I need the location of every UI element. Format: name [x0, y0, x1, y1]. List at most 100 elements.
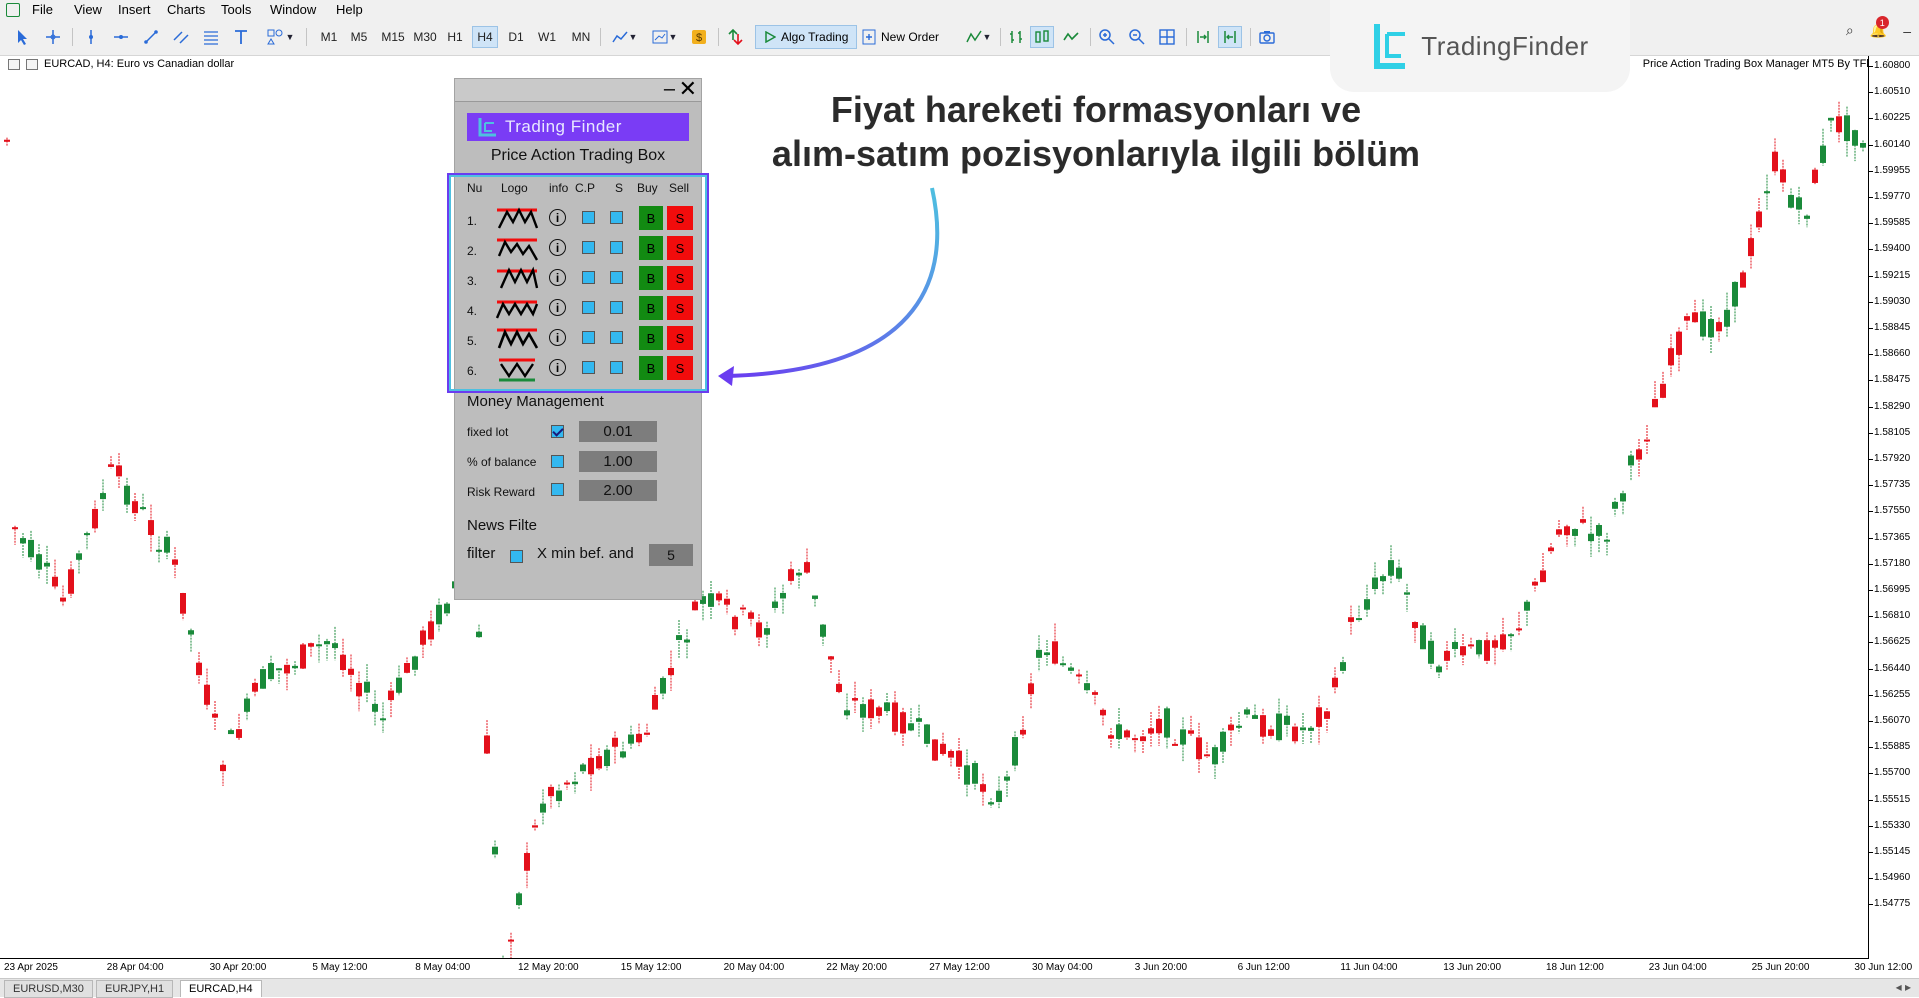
buy-button[interactable]: B: [639, 206, 663, 230]
candle-body: [1620, 493, 1626, 502]
new-order-button[interactable]: New Order: [862, 25, 939, 49]
panel-minimize-button[interactable]: –: [664, 79, 675, 99]
s-checkbox[interactable]: [610, 211, 623, 224]
tf-h4[interactable]: H4: [472, 26, 498, 48]
candle-body: [748, 612, 754, 619]
buy-button[interactable]: B: [639, 326, 663, 350]
tab-eurjpy-h1[interactable]: EURJPY,H1: [96, 980, 174, 998]
menu-window[interactable]: Window: [270, 2, 316, 17]
price-axis[interactable]: 1.60800 1.60510 1.60225 1.60140 1.59955 1.597…: [1868, 56, 1919, 962]
balance-checkbox[interactable]: [551, 455, 564, 468]
shapes-dropdown-icon[interactable]: ▼: [262, 26, 298, 48]
s-checkbox[interactable]: [610, 301, 623, 314]
cp-checkbox[interactable]: [582, 361, 595, 374]
vertical-line-icon[interactable]: [80, 26, 102, 48]
tf-h1[interactable]: H1: [442, 26, 468, 48]
sell-button[interactable]: S: [667, 206, 693, 230]
notification-icon[interactable]: 🔔 1: [1870, 16, 1889, 39]
chart-type-icon[interactable]: ▼: [606, 26, 642, 48]
info-button[interactable]: i: [549, 269, 566, 286]
news-filter-checkbox[interactable]: [510, 550, 523, 563]
info-button[interactable]: i: [549, 209, 566, 226]
tf-m30[interactable]: M30: [410, 26, 440, 48]
menu-file[interactable]: File: [32, 2, 53, 17]
info-button[interactable]: i: [549, 239, 566, 256]
buy-button[interactable]: B: [639, 356, 663, 380]
menu-insert[interactable]: Insert: [118, 2, 151, 17]
fixed-lot-checkbox[interactable]: [551, 425, 564, 438]
s-checkbox[interactable]: [610, 241, 623, 254]
tab-eurcad-h4[interactable]: EURCAD,H4: [180, 980, 262, 997]
price-tick-label: 1.59585: [1868, 217, 1911, 229]
minimize-window-icon[interactable]: –: [1903, 23, 1911, 39]
search-icon[interactable]: ⌕: [1846, 22, 1854, 39]
pattern-logo-icon: [497, 328, 539, 349]
menu-help[interactable]: Help: [336, 2, 363, 17]
fibonacci-icon[interactable]: [200, 26, 222, 48]
zoom-in-icon[interactable]: [1096, 26, 1118, 48]
cursor-icon[interactable]: [12, 26, 34, 48]
candle-body: [412, 656, 418, 670]
zoom-out-icon[interactable]: [1126, 26, 1148, 48]
menu-tools[interactable]: Tools: [221, 2, 251, 17]
cp-checkbox[interactable]: [582, 301, 595, 314]
tf-w1[interactable]: W1: [534, 26, 560, 48]
scroll-chart-icon[interactable]: [1192, 26, 1214, 48]
cp-checkbox[interactable]: [582, 271, 595, 284]
panel-close-button[interactable]: ✕: [679, 78, 697, 100]
tf-m5[interactable]: M5: [346, 26, 372, 48]
sell-button[interactable]: S: [667, 326, 693, 350]
trendline-icon[interactable]: [140, 26, 162, 48]
candles-icon[interactable]: [1030, 26, 1054, 48]
tf-mn[interactable]: MN: [566, 26, 596, 48]
cp-checkbox[interactable]: [582, 211, 595, 224]
info-button[interactable]: i: [549, 299, 566, 316]
cp-checkbox[interactable]: [582, 241, 595, 254]
tf-m1[interactable]: M1: [316, 26, 342, 48]
fixed-lot-input[interactable]: 0.01: [579, 421, 657, 442]
buy-button[interactable]: B: [639, 296, 663, 320]
sell-button[interactable]: S: [667, 356, 693, 380]
risk-reward-input[interactable]: 2.00: [579, 480, 657, 501]
bar-chart-icon[interactable]: [1006, 26, 1028, 48]
cp-checkbox[interactable]: [582, 331, 595, 344]
tf-m15[interactable]: M15: [378, 26, 408, 48]
info-button[interactable]: i: [549, 329, 566, 346]
s-checkbox[interactable]: [610, 331, 623, 344]
buy-button[interactable]: B: [639, 236, 663, 260]
sell-button[interactable]: S: [667, 236, 693, 260]
candle-body: [652, 695, 658, 710]
tab-nav-arrows[interactable]: ◂ ▸: [1896, 980, 1911, 994]
screenshot-icon[interactable]: [1256, 26, 1278, 48]
s-checkbox[interactable]: [610, 271, 623, 284]
sell-button[interactable]: S: [667, 296, 693, 320]
algo-trading-button[interactable]: Algo Trading: [755, 25, 857, 49]
menu-charts[interactable]: Charts: [167, 2, 205, 17]
tf-d1[interactable]: D1: [503, 26, 529, 48]
signals-icon[interactable]: ▼: [960, 26, 996, 48]
menu-view[interactable]: View: [74, 2, 102, 17]
autoscroll-icon[interactable]: [1218, 26, 1242, 48]
risk-reward-checkbox[interactable]: [551, 483, 564, 496]
channel-icon[interactable]: [170, 26, 192, 48]
templates-icon[interactable]: ▼: [646, 26, 682, 48]
candle-body: [1348, 617, 1354, 622]
sell-button[interactable]: S: [667, 266, 693, 290]
candle-body: [436, 604, 442, 625]
filter-minutes-input[interactable]: 5: [649, 544, 693, 566]
buy-button[interactable]: B: [639, 266, 663, 290]
horizontal-line-icon[interactable]: [110, 26, 132, 48]
crosshair-icon[interactable]: [42, 26, 64, 48]
tab-eurusd-m30[interactable]: EURUSD,M30: [4, 980, 93, 998]
market-watch-icon[interactable]: [724, 26, 746, 48]
info-button[interactable]: i: [549, 359, 566, 376]
text-tool-icon[interactable]: [230, 26, 252, 48]
dollar-icon[interactable]: $: [688, 26, 710, 48]
fixed-lot-label: fixed lot: [467, 425, 509, 439]
s-checkbox[interactable]: [610, 361, 623, 374]
candle-body: [812, 595, 818, 599]
balance-input[interactable]: 1.00: [579, 451, 657, 472]
tile-windows-icon[interactable]: [1156, 26, 1178, 48]
line-chart-icon[interactable]: [1060, 26, 1082, 48]
time-axis[interactable]: 23 Apr 2025 28 Apr 04:00 30 Apr 20:00 5 May…: [0, 958, 1912, 979]
